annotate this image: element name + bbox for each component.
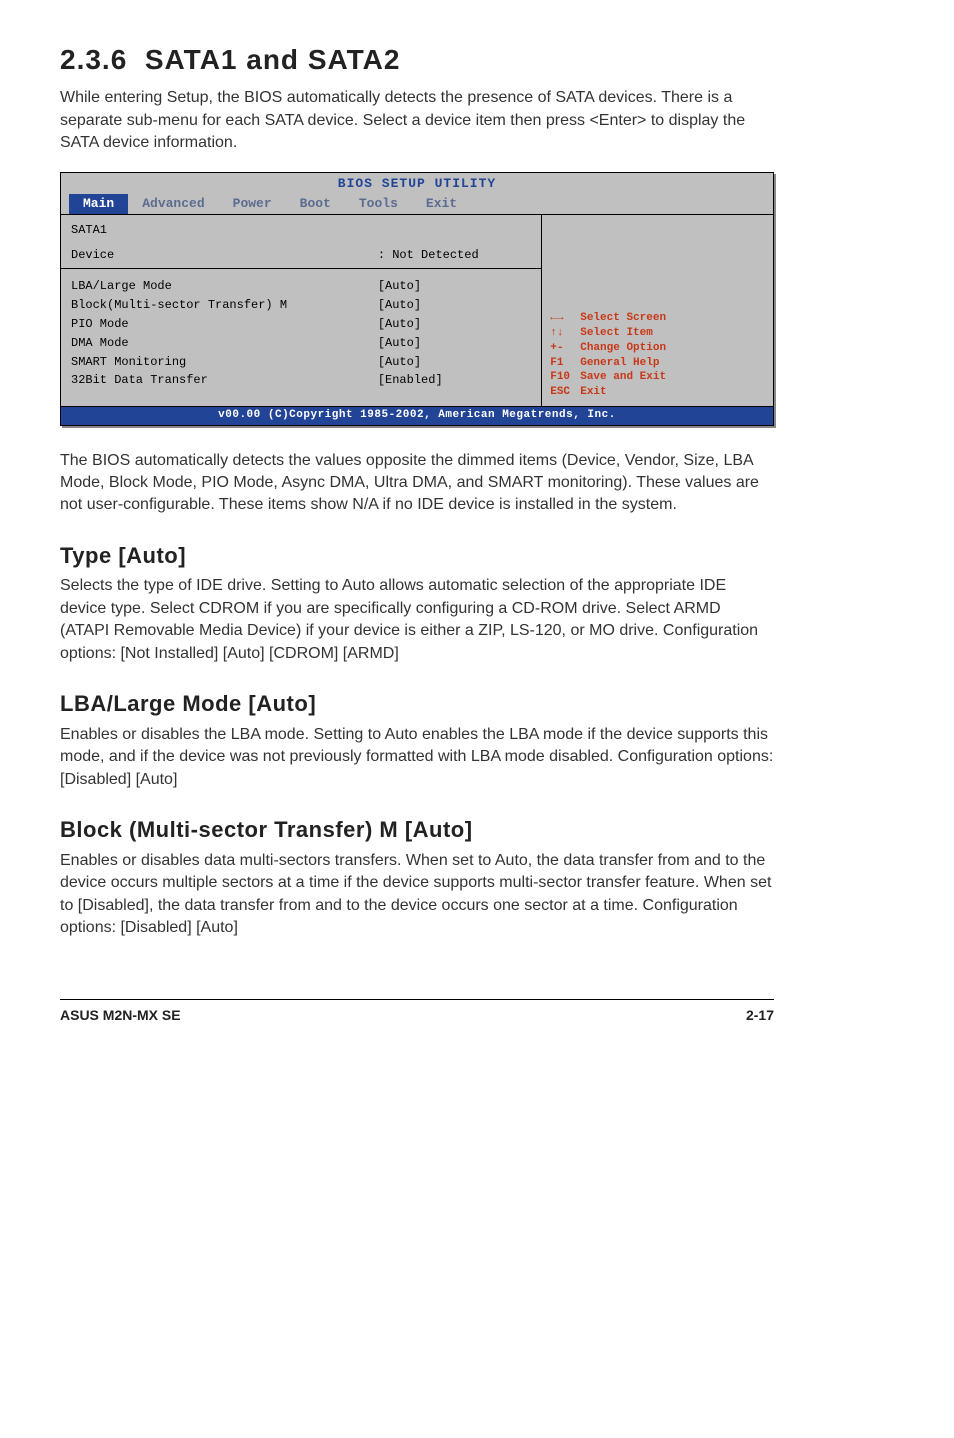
bios-row-label: SMART Monitoring: [71, 354, 378, 371]
bios-device-row: Device : Not Detected: [71, 246, 531, 265]
bios-title: BIOS SETUP UTILITY: [61, 173, 773, 193]
footer-right: 2-17: [746, 1006, 774, 1026]
bios-help-text: Exit: [580, 386, 606, 398]
bios-row-pio: PIO Mode[Auto]: [71, 315, 531, 334]
bios-row-value: [Auto]: [378, 354, 531, 371]
bios-help-line: F1General Help: [550, 356, 765, 371]
bios-help-text: Change Option: [580, 342, 666, 354]
bios-tab-bar: Main Advanced Power Boot Tools Exit: [61, 194, 773, 214]
bios-tab-power: Power: [219, 194, 286, 214]
bios-row-value: [Auto]: [378, 316, 531, 333]
bios-row-smart: SMART Monitoring[Auto]: [71, 353, 531, 372]
bios-row-value: [Auto]: [378, 278, 531, 295]
bios-help-line: ESCExit: [550, 385, 765, 400]
option-body-lba: Enables or disables the LBA mode. Settin…: [60, 724, 774, 791]
bios-row-dma: DMA Mode[Auto]: [71, 334, 531, 353]
bios-help-key: +-: [550, 341, 580, 356]
bios-row-label: LBA/Large Mode: [71, 278, 378, 295]
bios-row-value: [Auto]: [378, 297, 531, 314]
bios-help-block: ←→Select Screen ↑↓Select Item +-Change O…: [550, 311, 765, 400]
bios-help-text: Select Screen: [580, 312, 666, 324]
after-bios-paragraph: The BIOS automatically detects the value…: [60, 450, 774, 517]
bios-help-text: General Help: [580, 357, 659, 369]
bios-help-key: ESC: [550, 385, 580, 400]
bios-row-value: [Enabled]: [378, 372, 531, 389]
bios-header-row: SATA1: [71, 221, 531, 240]
bios-tab-main: Main: [69, 194, 128, 214]
bios-tab-advanced: Advanced: [128, 194, 218, 214]
bios-divider: [61, 268, 541, 269]
bios-right-pane: ←→Select Screen ↑↓Select Item +-Change O…: [542, 215, 773, 406]
bios-body: SATA1 Device : Not Detected LBA/Large Mo…: [61, 214, 773, 406]
bios-row-lba: LBA/Large Mode[Auto]: [71, 277, 531, 296]
bios-help-key: ←→: [550, 311, 580, 326]
bios-help-line: ↑↓Select Item: [550, 326, 765, 341]
bios-tab-tools: Tools: [345, 194, 412, 214]
bios-row-value: [Auto]: [378, 335, 531, 352]
section-heading: 2.3.6 SATA1 and SATA2: [60, 40, 774, 79]
bios-help-line: +-Change Option: [550, 341, 765, 356]
bios-row-label: Block(Multi-sector Transfer) M: [71, 297, 378, 314]
bios-help-line: F10Save and Exit: [550, 370, 765, 385]
bios-help-key: F1: [550, 356, 580, 371]
section-number: 2.3.6: [60, 44, 127, 75]
bios-left-pane: SATA1 Device : Not Detected LBA/Large Mo…: [61, 215, 542, 406]
bios-tab-boot: Boot: [286, 194, 345, 214]
bios-header-label: SATA1: [71, 222, 531, 239]
bios-row-block: Block(Multi-sector Transfer) M[Auto]: [71, 296, 531, 315]
bios-help-key: ↑↓: [550, 326, 580, 341]
option-heading-block: Block (Multi-sector Transfer) M [Auto]: [60, 815, 774, 846]
option-body-type: Selects the type of IDE drive. Setting t…: [60, 575, 774, 665]
bios-help-text: Select Item: [580, 327, 653, 339]
bios-row-label: PIO Mode: [71, 316, 378, 333]
section-title-text: SATA1 and SATA2: [145, 44, 401, 75]
bios-footer-bar: v00.00 (C)Copyright 1985-2002, American …: [61, 406, 773, 424]
bios-help-text: Save and Exit: [580, 371, 666, 383]
intro-paragraph: While entering Setup, the BIOS automatic…: [60, 87, 774, 154]
bios-row-label: 32Bit Data Transfer: [71, 372, 378, 389]
bios-tab-exit: Exit: [412, 194, 471, 214]
option-heading-lba: LBA/Large Mode [Auto]: [60, 689, 774, 720]
option-body-block: Enables or disables data multi-sectors t…: [60, 850, 774, 940]
bios-row-32bit: 32Bit Data Transfer[Enabled]: [71, 371, 531, 390]
bios-row-label: DMA Mode: [71, 335, 378, 352]
option-heading-type: Type [Auto]: [60, 541, 774, 572]
bios-device-label: Device: [71, 247, 378, 264]
bios-help-key: F10: [550, 370, 580, 385]
footer-left: ASUS M2N-MX SE: [60, 1006, 181, 1026]
bios-screenshot: BIOS SETUP UTILITY Main Advanced Power B…: [60, 172, 774, 425]
bios-help-line: ←→Select Screen: [550, 311, 765, 326]
page-footer: ASUS M2N-MX SE 2-17: [60, 999, 774, 1026]
bios-device-value: : Not Detected: [378, 247, 531, 264]
